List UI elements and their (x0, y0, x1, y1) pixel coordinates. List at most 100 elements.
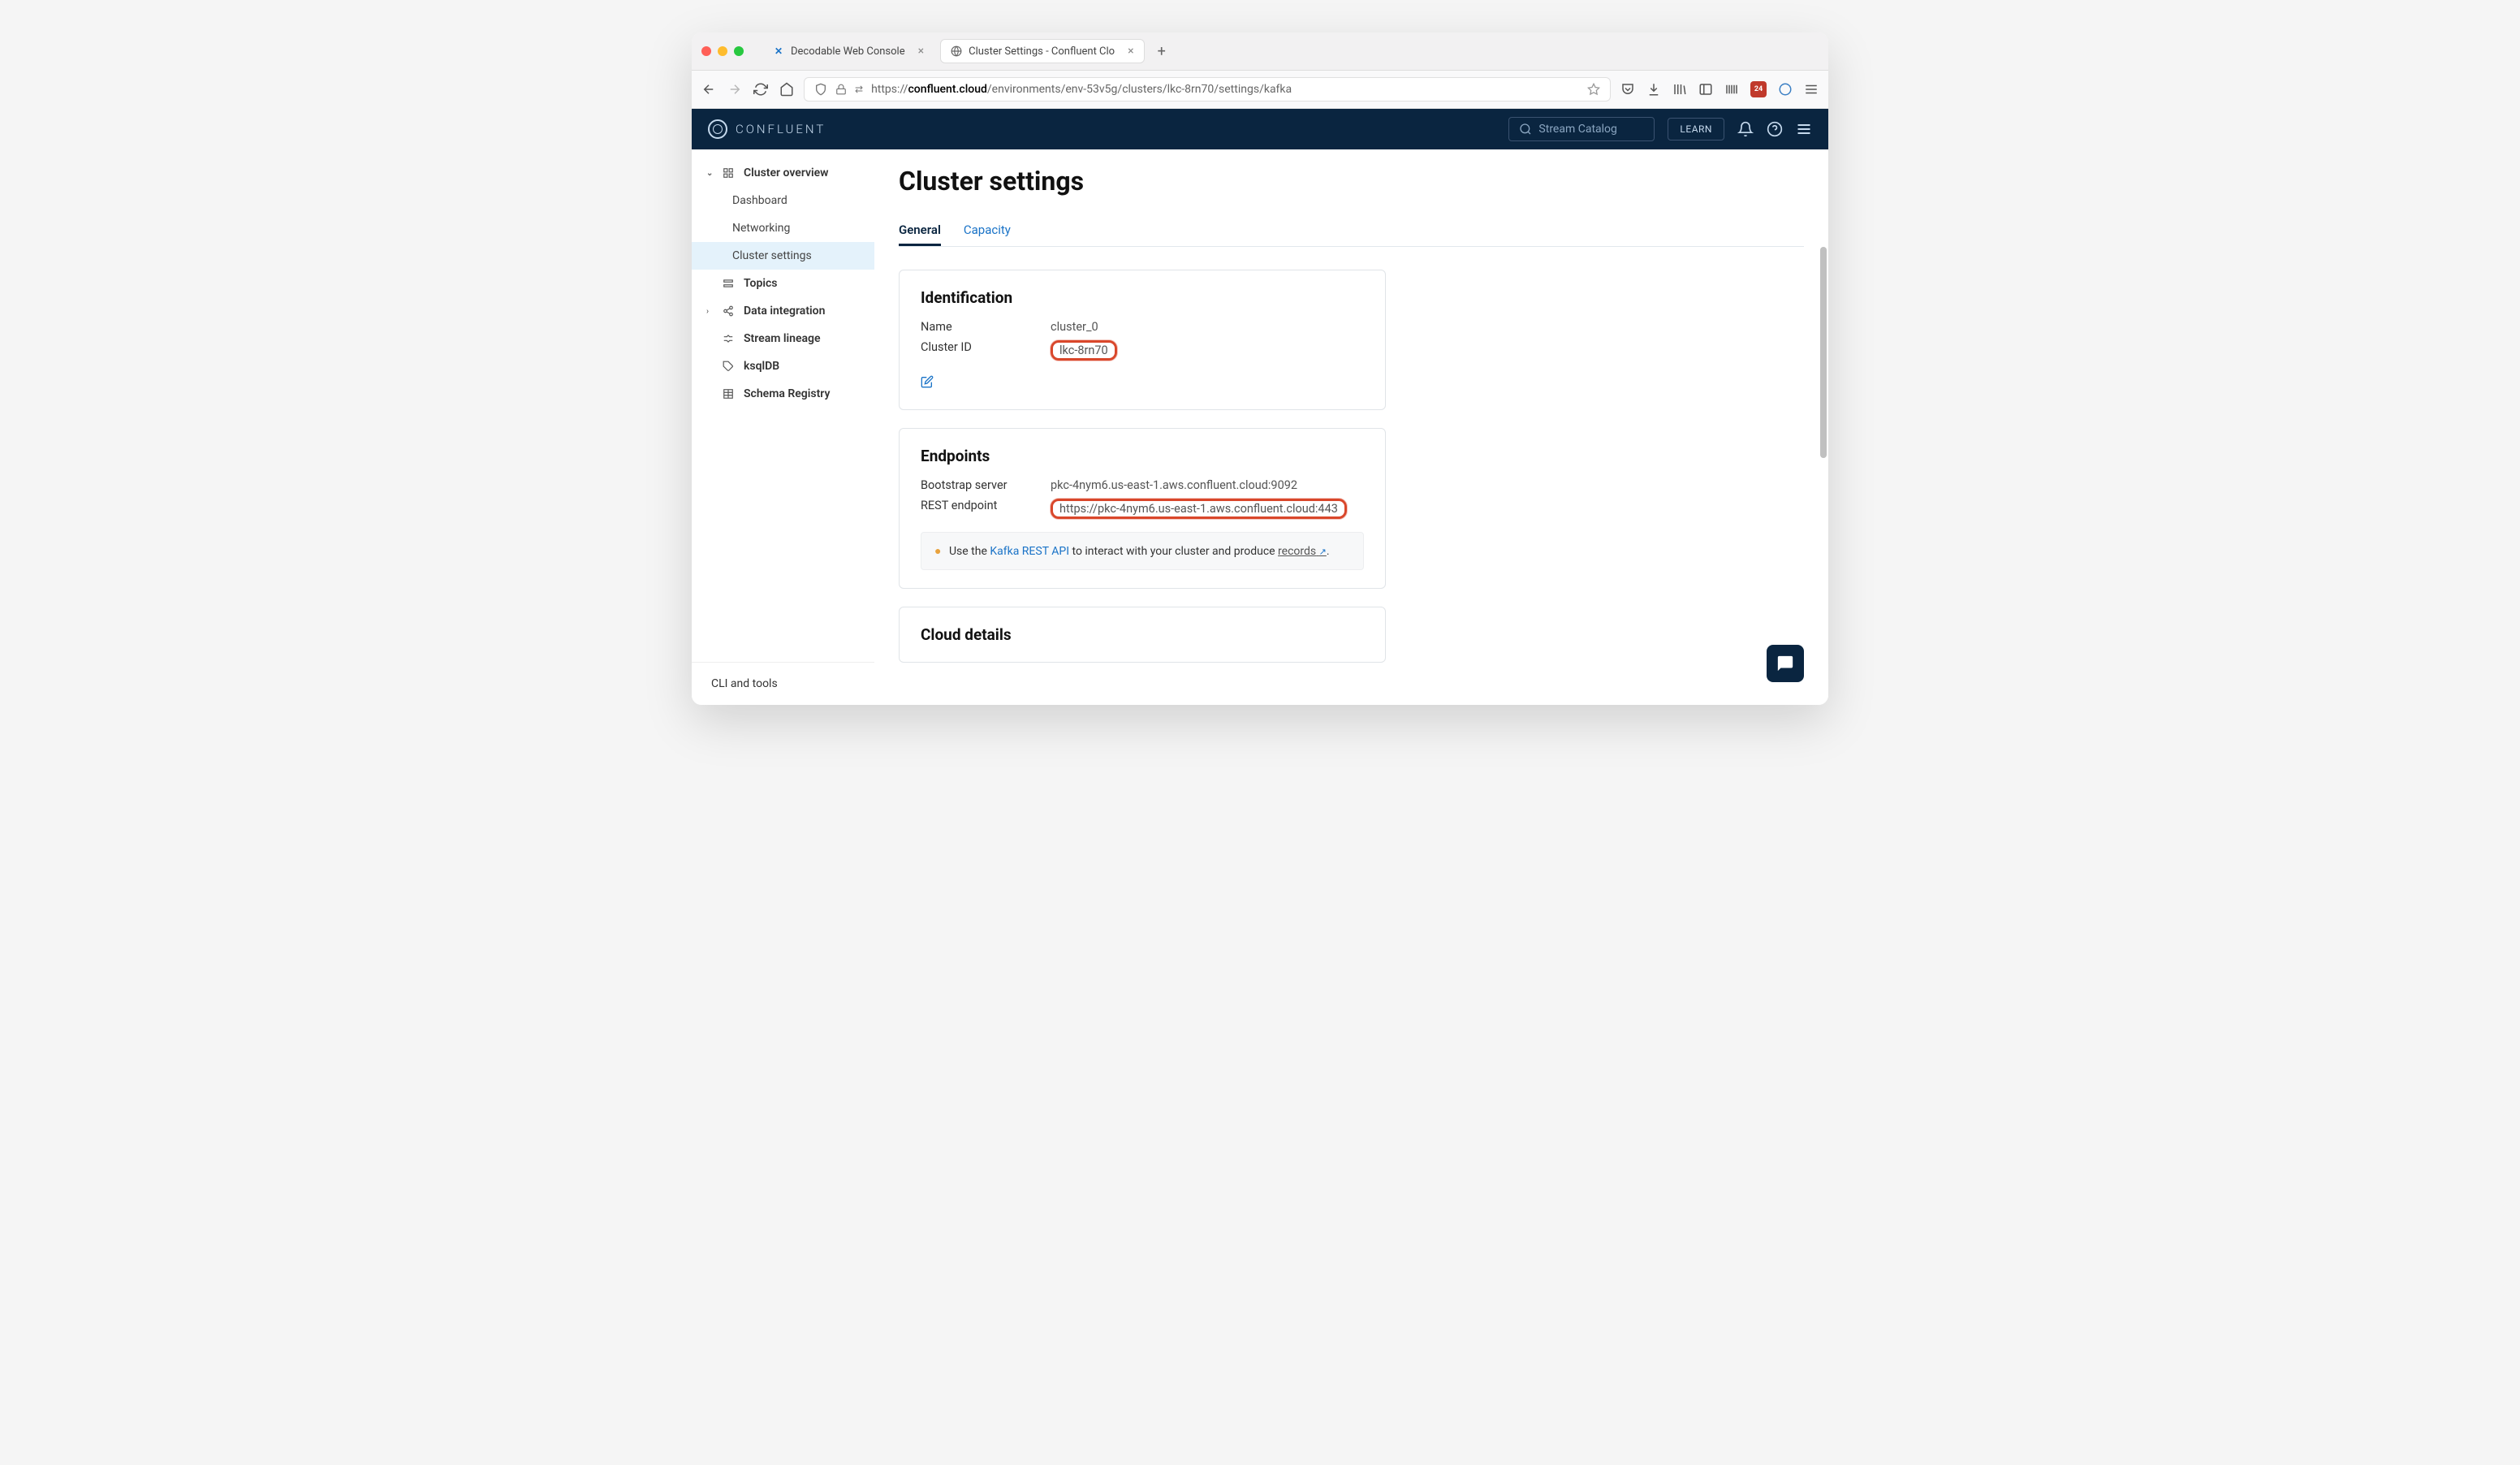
sidebar-label: Cluster overview (744, 166, 829, 179)
app-menu-icon[interactable] (1796, 121, 1812, 137)
pocket-icon[interactable] (1620, 82, 1635, 97)
traffic-lights (701, 46, 744, 56)
main-content: Cluster settings General Capacity Identi… (874, 149, 1828, 705)
card-heading: Endpoints (921, 447, 1364, 465)
confluent-logo[interactable]: CONFLUENT (708, 119, 826, 139)
tag-icon (723, 361, 736, 372)
sidebar-label: Cluster settings (732, 249, 812, 262)
barcode-icon[interactable] (1724, 82, 1739, 97)
table-icon (723, 388, 736, 400)
cluster-id-label: Cluster ID (921, 340, 1018, 361)
stream-catalog-search[interactable]: Stream Catalog (1508, 117, 1655, 141)
scrollbar-thumb[interactable] (1820, 247, 1827, 458)
chat-fab[interactable] (1767, 645, 1804, 682)
library-icon[interactable] (1672, 82, 1687, 97)
back-button[interactable] (701, 82, 716, 97)
help-icon[interactable] (1767, 121, 1783, 137)
rest-endpoint-value: https://pkc-4nym6.us-east-1.aws.confluen… (1051, 499, 1347, 519)
sidebar-label: Dashboard (732, 194, 788, 207)
grid-icon (723, 167, 736, 179)
info-text-mid: to interact with your cluster and produc… (1072, 545, 1279, 558)
sidebar-label: Topics (744, 277, 777, 290)
flow-icon (723, 333, 736, 344)
external-link-icon: ↗ (1319, 547, 1327, 557)
minimize-window-button[interactable] (718, 46, 727, 56)
bootstrap-value: pkc-4nym6.us-east-1.aws.confluent.cloud:… (1051, 478, 1297, 492)
chevron-right-icon: › (706, 307, 714, 316)
identification-card: Identification Name cluster_0 Cluster ID… (899, 270, 1386, 410)
search-icon (1519, 123, 1532, 136)
sidebar-label: CLI and tools (711, 677, 778, 690)
cloud-details-card: Cloud details (899, 607, 1386, 663)
tab-title: Cluster Settings - Confluent Clo (969, 45, 1115, 58)
search-placeholder: Stream Catalog (1538, 123, 1616, 136)
share-icon (723, 305, 736, 317)
sidebar-label: Networking (732, 222, 790, 235)
favicon-globe-icon (951, 45, 962, 57)
rest-api-info: ● Use the Kafka REST API to interact wit… (921, 532, 1364, 570)
card-heading: Identification (921, 288, 1364, 307)
records-link[interactable]: records ↗ (1278, 545, 1327, 558)
new-tab-button[interactable]: + (1151, 43, 1172, 60)
permissions-icon[interactable]: ⇄ (855, 84, 863, 95)
sidebar-item-cluster-settings[interactable]: Cluster settings (692, 242, 874, 270)
brand-text: CONFLUENT (736, 122, 826, 136)
close-tab-icon[interactable]: × (918, 45, 924, 58)
chevron-down-icon: ⌄ (706, 169, 714, 178)
warning-icon: ● (934, 545, 941, 558)
settings-tabs: General Capacity (899, 216, 1804, 247)
close-window-button[interactable] (701, 46, 711, 56)
cluster-id-value: lkc-8rn70 (1051, 340, 1117, 361)
favicon-decodable: ✕ (773, 45, 784, 57)
sidebar-item-stream-lineage[interactable]: Stream lineage (692, 325, 874, 352)
extension-icon[interactable] (1778, 82, 1793, 97)
endpoints-card: Endpoints Bootstrap server pkc-4nym6.us-… (899, 428, 1386, 589)
logo-mark-icon (708, 119, 727, 139)
sidebar-item-ksqldb[interactable]: ksqlDB (692, 352, 874, 380)
close-tab-icon[interactable]: × (1128, 45, 1133, 58)
kafka-rest-api-link[interactable]: Kafka REST API (990, 545, 1069, 558)
sidebar-label: Data integration (744, 305, 825, 318)
notifications-icon[interactable] (1737, 121, 1754, 137)
lock-icon[interactable] (835, 84, 847, 95)
bookmark-star-icon[interactable] (1587, 83, 1600, 96)
sidebar-item-dashboard[interactable]: Dashboard (692, 187, 874, 214)
browser-tab-decodable[interactable]: ✕ Decodable Web Console × (763, 40, 934, 63)
info-text-suffix: . (1327, 545, 1330, 558)
sidebar-item-cluster-overview[interactable]: ⌄ Cluster overview (692, 159, 874, 187)
browser-toolbar: ⇄ https://confluent.cloud/environments/e… (692, 71, 1828, 109)
forward-button[interactable] (727, 82, 742, 97)
name-value: cluster_0 (1051, 320, 1098, 334)
app-header: CONFLUENT Stream Catalog LEARN (692, 109, 1828, 149)
shield-icon[interactable] (814, 83, 827, 96)
hamburger-menu-icon[interactable] (1804, 82, 1819, 97)
sidebar-item-data-integration[interactable]: › Data integration (692, 297, 874, 325)
browser-tab-bar: ✕ Decodable Web Console × Cluster Settin… (692, 32, 1828, 71)
sidebar-item-schema-registry[interactable]: Schema Registry (692, 380, 874, 408)
name-label: Name (921, 320, 1018, 334)
page-title: Cluster settings (899, 166, 1804, 197)
sidebar: ⌄ Cluster overview Dashboard Networking … (692, 149, 874, 705)
sidebar-icon[interactable] (1698, 82, 1713, 97)
ublock-icon[interactable]: 24 (1750, 81, 1767, 97)
learn-button[interactable]: LEARN (1668, 118, 1724, 140)
sidebar-label: Schema Registry (744, 387, 830, 400)
edit-icon[interactable] (921, 375, 934, 388)
tab-capacity[interactable]: Capacity (964, 216, 1011, 246)
sidebar-label: Stream lineage (744, 332, 821, 345)
address-bar[interactable]: ⇄ https://confluent.cloud/environments/e… (804, 77, 1611, 102)
home-button[interactable] (779, 82, 794, 97)
sidebar-item-topics[interactable]: Topics (692, 270, 874, 297)
tab-general[interactable]: General (899, 216, 941, 246)
rest-endpoint-label: REST endpoint (921, 499, 1018, 519)
browser-tab-confluent[interactable]: Cluster Settings - Confluent Clo × (940, 39, 1144, 63)
bootstrap-label: Bootstrap server (921, 478, 1018, 492)
url-text: https://confluent.cloud/environments/env… (871, 83, 1579, 96)
sidebar-cli-tools[interactable]: CLI and tools (692, 662, 874, 705)
tab-title: Decodable Web Console (791, 45, 905, 58)
sidebar-item-networking[interactable]: Networking (692, 214, 874, 242)
chat-icon (1776, 655, 1794, 672)
downloads-icon[interactable] (1646, 82, 1661, 97)
maximize-window-button[interactable] (734, 46, 744, 56)
reload-button[interactable] (753, 82, 768, 97)
